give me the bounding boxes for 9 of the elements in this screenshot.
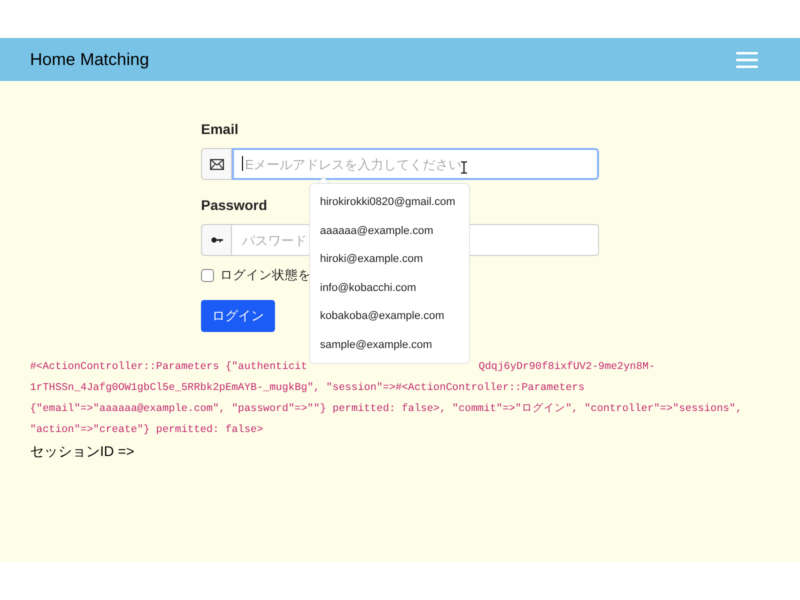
- checkbox-label: ログイン状態を: [220, 267, 311, 284]
- debug-text: Qdqj6yDr90f8ixfUV2-9me2yn8M-: [478, 360, 655, 375]
- debug-text: {"email"=>"aaaaaa@example.com", "password"=>""} permitted: false>, "commit"=>"ログイン", "controller"=>"sessions",: [30, 402, 742, 415]
- debug-text: 1rTHSSn_4Jafg0OW1gbCl5e_5RRbk2pEmAYB-_mugkBg", "session"=>#<ActionController::Parameters: [30, 382, 584, 394]
- debug-text: #<ActionController::Parameters {"authenticit: [30, 360, 308, 375]
- field-label: Password: [201, 196, 268, 215]
- field-label: Email: [201, 120, 240, 139]
- debug-text: "action"=>"create"} permitted: false>: [30, 424, 264, 436]
- session-text: セッションID =>: [30, 442, 136, 461]
